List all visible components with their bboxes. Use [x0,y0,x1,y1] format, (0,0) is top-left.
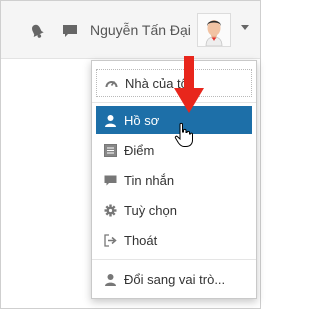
menu-item-label: Điểm [124,142,155,158]
menu-item-switch-role[interactable]: Đổi sang vai trò... [96,265,252,293]
hand-cursor-icon [174,122,193,147]
notification-bell-icon[interactable] [29,23,45,44]
grades-icon [104,143,117,157]
gear-icon [104,204,117,217]
top-navbar: Nguyễn Tấn Đại [1,1,260,59]
user-icon [104,114,117,127]
menu-item-label: Thoát [124,232,158,248]
message-icon [104,174,117,187]
user-avatar[interactable] [197,13,231,47]
user-name[interactable]: Nguyễn Tấn Đại [90,22,191,38]
menu-divider [92,259,256,260]
menu-item-logout[interactable]: Thoát [96,226,252,254]
dashboard-icon [105,77,118,90]
caret-down-icon[interactable] [241,25,249,30]
menu-item-label: Hồ sơ [124,112,160,128]
user-icon [104,273,117,286]
menu-item-label: Tin nhắn [124,172,175,188]
menu-item-label: Đổi sang vai trò... [124,271,226,287]
red-arrow-annotation [174,56,204,113]
messages-icon[interactable] [62,23,78,44]
logout-icon [104,233,117,247]
menu-item-messages[interactable]: Tin nhắn [96,166,252,194]
menu-item-preferences[interactable]: Tuỳ chọn [96,196,252,224]
menu-item-label: Tuỳ chọn [124,202,177,218]
